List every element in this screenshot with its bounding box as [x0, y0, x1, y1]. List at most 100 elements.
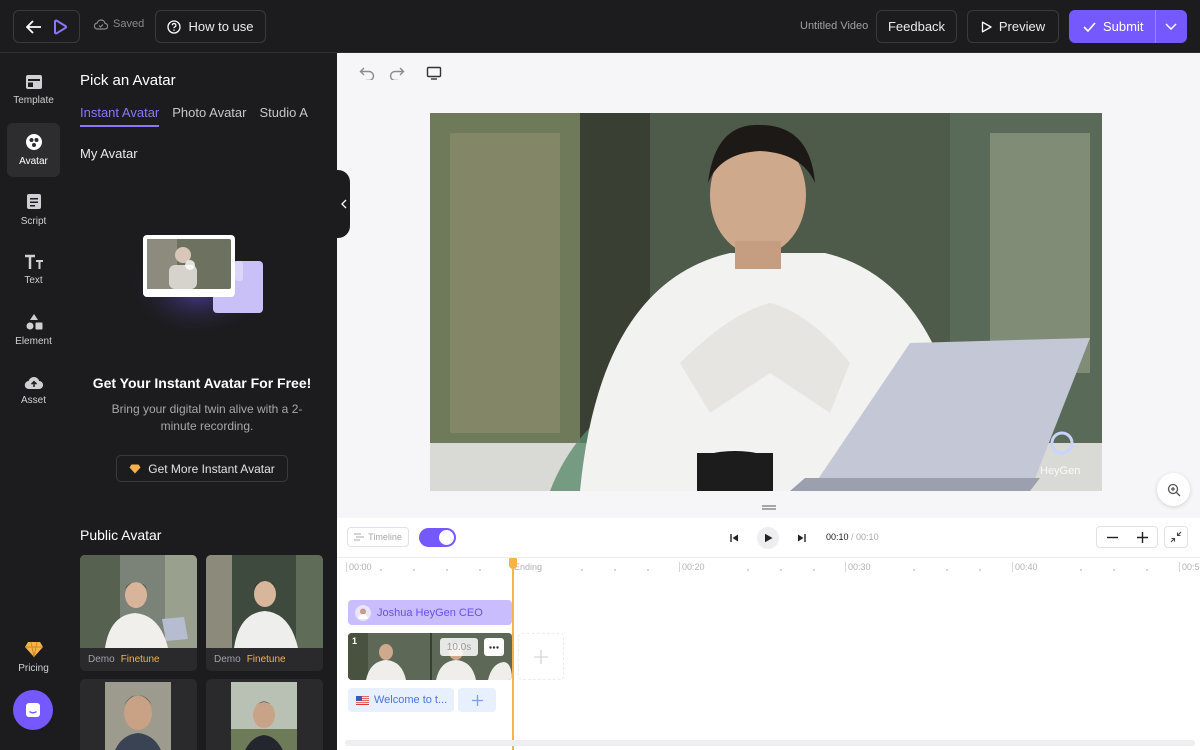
- zoom-out-icon[interactable]: [1106, 532, 1118, 543]
- ruler-dot: [913, 569, 915, 571]
- play-button[interactable]: [757, 527, 779, 549]
- skip-forward-button[interactable]: [792, 528, 812, 548]
- scene-duration[interactable]: 10.0s: [440, 638, 478, 656]
- scene-clip[interactable]: 1 10.0s: [348, 633, 512, 680]
- timeline-label: Timeline: [368, 532, 402, 542]
- avatar-card[interactable]: Demo Finetune: [80, 555, 197, 671]
- timeline-scrollbar[interactable]: [345, 740, 1195, 746]
- how-to-use-label: How to use: [188, 19, 254, 34]
- text-track[interactable]: Welcome to t...: [348, 688, 454, 712]
- avatar-thumbnail: [206, 555, 323, 648]
- resize-grip-icon[interactable]: [762, 505, 776, 510]
- add-scene-button[interactable]: [518, 633, 564, 680]
- avatar-card[interactable]: [80, 679, 197, 750]
- avatar-thumb-icon: [355, 604, 371, 621]
- zoom-in-button[interactable]: [1157, 473, 1190, 506]
- add-text-button[interactable]: [458, 688, 496, 712]
- ruler-dot: [946, 569, 948, 571]
- avatar-thumbnail: [80, 555, 197, 648]
- nav-asset[interactable]: Asset: [7, 363, 60, 417]
- instant-avatar-illustration: [127, 233, 267, 333]
- nav-script-label: Script: [20, 216, 47, 227]
- us-flag-icon: [356, 695, 369, 705]
- ruler-dot: [647, 569, 649, 571]
- ruler-label: 00:00: [346, 562, 372, 572]
- nav-pricing[interactable]: Pricing: [7, 630, 60, 684]
- avatar-card-meta: Demo Finetune: [80, 648, 197, 671]
- avatar-card[interactable]: [206, 679, 323, 750]
- fullscreen-button[interactable]: [1164, 526, 1188, 548]
- timeline-toggle[interactable]: [419, 528, 456, 547]
- nav-script[interactable]: Script: [7, 183, 60, 237]
- monitor-icon[interactable]: [426, 66, 442, 80]
- skip-back-icon: [730, 534, 738, 542]
- promo-description: Bring your digital twin alive with a 2-m…: [111, 402, 303, 433]
- collapse-arrows-icon: [1170, 531, 1182, 543]
- play-outline-icon: [981, 21, 992, 32]
- how-to-use-button[interactable]: How to use: [155, 10, 266, 43]
- timeline-ruler: 00:00 Ending 00:20 00:30 00:40 00:50: [337, 562, 1200, 578]
- left-nav: Template Avatar Script Text Element Asse…: [0, 53, 67, 750]
- playhead[interactable]: [512, 558, 514, 750]
- submit-button[interactable]: Submit: [1069, 10, 1187, 43]
- support-chat-button[interactable]: [13, 690, 53, 730]
- heygen-logo-icon: [53, 18, 67, 34]
- nav-text[interactable]: Text: [7, 243, 60, 297]
- redo-icon[interactable]: [389, 66, 405, 80]
- plus-icon: [534, 649, 548, 664]
- feedback-button[interactable]: Feedback: [876, 10, 957, 43]
- cloud-upload-icon: [24, 376, 43, 389]
- ruler-dot: [813, 569, 815, 571]
- help-circle-icon: [167, 19, 182, 34]
- submit-dropdown[interactable]: [1156, 23, 1186, 30]
- plus-icon: [471, 694, 483, 706]
- back-button[interactable]: [13, 10, 80, 43]
- undo-icon[interactable]: [359, 66, 375, 80]
- saved-label: Saved: [113, 18, 145, 30]
- nav-text-label: Text: [24, 275, 43, 286]
- diamond-icon: [129, 464, 141, 473]
- avatar-card[interactable]: Demo Finetune: [206, 555, 323, 671]
- panel-title: Pick an Avatar: [80, 72, 176, 89]
- text-track-label: Welcome to t...: [374, 694, 448, 706]
- skip-back-button[interactable]: [724, 528, 744, 548]
- nav-template[interactable]: Template: [7, 63, 60, 117]
- preview-button[interactable]: Preview: [967, 10, 1059, 43]
- current-time: 00:10: [826, 532, 849, 542]
- avatar-track-label: Joshua HeyGen CEO: [377, 606, 483, 619]
- video-preview[interactable]: HeyGen: [430, 113, 1102, 491]
- avatar-thumbnail: [80, 679, 197, 750]
- timeline-icon: [354, 533, 365, 541]
- nav-template-label: Template: [13, 95, 54, 106]
- collapse-panel-button[interactable]: [337, 170, 350, 238]
- avatar-thumbnail: [206, 679, 323, 750]
- submit-main[interactable]: Submit: [1070, 19, 1155, 34]
- avatar-tabs: Instant Avatar Photo Avatar Studio A: [80, 105, 308, 127]
- ruler-dot: [1080, 569, 1082, 571]
- ruler-dot: [747, 569, 749, 571]
- get-more-instant-avatar-button[interactable]: Get More Instant Avatar: [116, 455, 288, 482]
- diamond-icon: [24, 641, 43, 657]
- nav-element[interactable]: Element: [7, 303, 60, 357]
- nav-avatar[interactable]: Avatar: [7, 123, 60, 177]
- avatar-track[interactable]: Joshua HeyGen CEO: [348, 600, 512, 625]
- tab-studio-avatar[interactable]: Studio A: [259, 105, 307, 127]
- top-bar: Saved How to use Untitled Video Feedback…: [0, 0, 1200, 53]
- check-icon: [1083, 21, 1096, 32]
- plus-icon[interactable]: [1136, 531, 1148, 543]
- video-title[interactable]: Untitled Video: [800, 20, 868, 32]
- element-icon: [26, 314, 42, 330]
- finetune-badge: Finetune: [120, 654, 160, 665]
- chevron-left-icon: [340, 199, 346, 209]
- tab-instant-avatar[interactable]: Instant Avatar: [80, 105, 160, 127]
- tab-photo-avatar[interactable]: Photo Avatar: [172, 105, 246, 127]
- heygen-watermark: HeyGen: [1040, 465, 1081, 477]
- public-avatar-heading: Public Avatar: [80, 527, 162, 543]
- chevron-down-icon: [1165, 23, 1177, 30]
- scene-more-button[interactable]: [484, 638, 504, 656]
- total-time: / 00:10: [851, 532, 879, 542]
- ruler-dot: [1113, 569, 1115, 571]
- timeline-mode-button[interactable]: Timeline: [347, 527, 409, 547]
- arrow-left-icon: [25, 19, 41, 34]
- zoom-in-icon: [1167, 483, 1180, 496]
